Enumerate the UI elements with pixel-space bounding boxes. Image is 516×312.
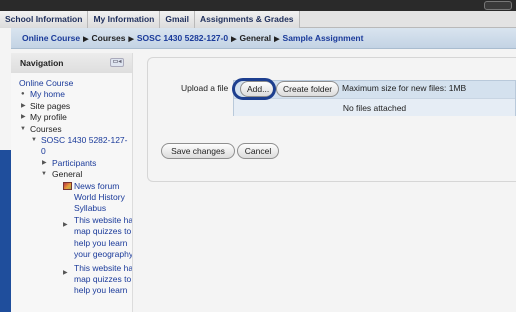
nav-item-label: help you learn	[74, 237, 128, 248]
breadcrumb-separator-icon: ▶	[274, 36, 280, 43]
nav-item-label: My home	[30, 89, 65, 100]
breadcrumb-sample-assignment[interactable]: Sample Assignment	[283, 33, 364, 43]
nav-item-label: Site pages	[30, 100, 71, 111]
expand-arrow-icon: ▶	[63, 269, 68, 276]
expand-arrow-icon: ▶	[63, 221, 68, 228]
nav-item-label: This website has	[74, 262, 133, 273]
no-files-message: No files attached	[234, 98, 515, 116]
nav-item-label: This website has	[74, 214, 133, 225]
submission-form-panel	[147, 57, 516, 182]
nav-item-sosc-course[interactable]: ▼ SOSC 1430 5282-127- 0	[19, 135, 132, 158]
breadcrumb-online-course[interactable]: Online Course	[22, 33, 80, 43]
bullet-icon: ●	[21, 91, 25, 98]
nav-item-label: Syllabus	[74, 203, 107, 214]
max-size-text: Maximum size for new files: 1MB	[342, 83, 467, 93]
nav-item-label: General	[52, 169, 83, 180]
navigation-block: Navigation ▭◂ Online Course ● My home ▶ …	[11, 53, 133, 312]
collapse-arrow-icon: ▼	[31, 137, 37, 144]
nav-item-my-profile[interactable]: ▶ My profile	[19, 112, 132, 123]
nav-item-label: map quizzes to	[74, 226, 132, 237]
collapse-arrow-icon: ▼	[20, 125, 26, 132]
tab-assignments-grades[interactable]: Assignments & Grades	[195, 11, 300, 28]
tab-school-information[interactable]: School Information	[0, 11, 89, 28]
nav-item-syllabus[interactable]: World History Syllabus	[19, 192, 132, 215]
nav-item-label: Participants	[52, 157, 97, 168]
nav-item-news-forum[interactable]: News forum	[19, 181, 132, 192]
breadcrumb-courses: Courses	[91, 33, 126, 43]
breadcrumb-course-code[interactable]: SOSC 1430 5282-127-0	[137, 33, 228, 43]
nav-item-participants[interactable]: ▶ Participants	[19, 158, 132, 169]
cancel-button[interactable]: Cancel	[237, 143, 279, 159]
left-blue-edge	[0, 150, 11, 312]
nav-item-label: News forum	[74, 180, 120, 191]
navigation-header: Navigation ▭◂	[11, 53, 132, 73]
breadcrumb: Online Course ▶ Courses ▶ SOSC 1430 5282-127…	[11, 28, 516, 49]
create-folder-button[interactable]: Create folder	[276, 81, 339, 97]
nav-item-my-home[interactable]: ● My home	[19, 89, 132, 100]
save-changes-button[interactable]: Save changes	[161, 143, 235, 159]
navigation-tree: Online Course ● My home ▶ Site pages ▶ M…	[11, 73, 132, 297]
nav-item-label: help you learn	[74, 285, 128, 296]
breadcrumb-separator-icon: ▶	[231, 36, 237, 43]
expand-arrow-icon: ▶	[21, 114, 26, 121]
nav-item-label: 0	[41, 146, 46, 157]
breadcrumb-separator-icon: ▶	[128, 36, 134, 43]
nav-item-site-pages[interactable]: ▶ Site pages	[19, 101, 132, 112]
collapse-arrow-icon: ▼	[41, 171, 47, 178]
forum-icon	[63, 181, 72, 190]
nav-item-label: SOSC 1430 5282-127-	[41, 135, 128, 146]
nav-item-label: World History	[74, 192, 125, 203]
nav-item-general[interactable]: ▼ General	[19, 169, 132, 180]
nav-item-online-course[interactable]: Online Course	[19, 78, 132, 89]
navigation-title: Navigation	[20, 58, 64, 68]
tab-gmail[interactable]: Gmail	[160, 11, 195, 28]
tab-my-information[interactable]: My Information	[88, 11, 161, 28]
browser-top-strip	[0, 0, 516, 11]
nav-item-label: your geography	[74, 249, 133, 260]
expand-arrow-icon: ▶	[42, 159, 47, 166]
nav-item-label: map quizzes to	[74, 273, 132, 284]
block-dock-icon[interactable]: ▭◂	[110, 58, 124, 67]
breadcrumb-general: General	[239, 33, 272, 43]
nav-item-courses[interactable]: ▼ Courses	[19, 124, 132, 135]
nav-item-label: My profile	[30, 112, 67, 123]
upload-file-label: Upload a file	[181, 83, 229, 93]
nav-item-map-quizzes-2[interactable]: ▶ This website has map quizzes to help y…	[19, 263, 132, 297]
highlight-ring	[232, 78, 276, 100]
nav-item-map-quizzes-1[interactable]: ▶ This website has map quizzes to help y…	[19, 215, 132, 261]
expand-arrow-icon: ▶	[21, 102, 26, 109]
nav-item-label: Courses	[30, 123, 62, 134]
breadcrumb-separator-icon: ▶	[83, 36, 89, 43]
top-tab-bar: School Information My Information Gmail …	[0, 11, 516, 28]
window-corner-button[interactable]	[484, 1, 512, 10]
